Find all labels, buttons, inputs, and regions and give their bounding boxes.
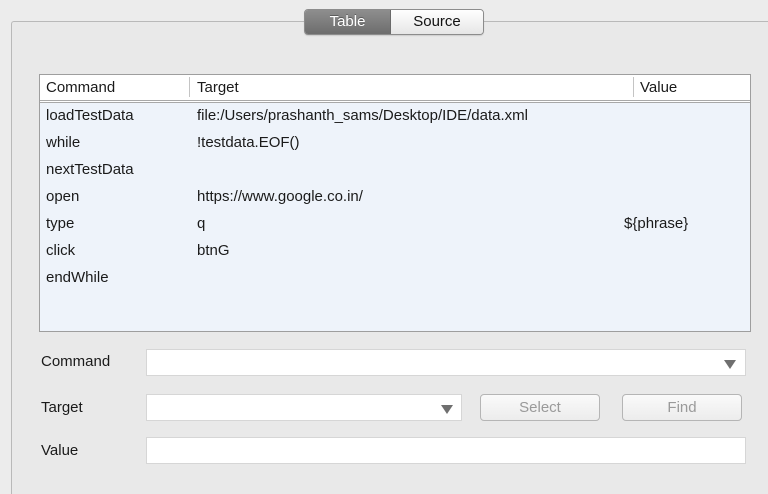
command-combobox[interactable] [146,349,746,376]
table-row[interactable]: type q ${phrase} [40,212,750,239]
table-body: loadTestData file:/Users/prashanth_sams/… [40,104,750,293]
table-row[interactable]: loadTestData file:/Users/prashanth_sams/… [40,104,750,131]
cell-target: !testdata.EOF() [197,134,300,151]
cell-command: while [46,134,81,151]
chevron-down-icon[interactable] [724,360,736,369]
cell-command: open [46,188,80,205]
column-header-target[interactable]: Target [197,79,239,96]
cell-target: file:/Users/prashanth_sams/Desktop/IDE/d… [197,107,528,124]
commands-table: Command Target Value loadTestData file:/… [39,74,751,332]
cell-command: click [46,242,76,259]
cell-command: loadTestData [46,107,134,124]
table-row[interactable]: while !testdata.EOF() [40,131,750,158]
cell-command: endWhile [46,269,109,286]
column-divider[interactable] [189,77,190,97]
table-row[interactable]: endWhile [40,266,750,293]
target-combobox[interactable] [146,394,462,421]
tab-table[interactable]: Table [305,10,391,34]
table-row[interactable]: click btnG [40,239,750,266]
cell-target: q [197,215,206,232]
command-label: Command [41,353,111,370]
table-row[interactable]: open https://www.google.co.in/ [40,185,750,212]
column-divider[interactable] [633,77,634,97]
cell-value: ${phrase} [624,215,689,232]
cell-command: type [46,215,75,232]
cell-target: btnG [197,242,230,259]
cell-target: https://www.google.co.in/ [197,188,363,205]
column-header-command[interactable]: Command [46,79,115,96]
cell-command: nextTestData [46,161,134,178]
table-header: Command Target Value [40,75,750,103]
chevron-down-icon[interactable] [441,405,453,414]
value-field[interactable] [146,437,746,464]
tab-source[interactable]: Source [391,10,483,34]
value-label: Value [41,442,79,459]
select-button[interactable]: Select [480,394,600,421]
find-button[interactable]: Find [622,394,742,421]
table-row[interactable]: nextTestData [40,158,750,185]
column-header-value[interactable]: Value [640,79,677,96]
view-toggle: Table Source [304,9,484,35]
target-label: Target [41,399,83,416]
